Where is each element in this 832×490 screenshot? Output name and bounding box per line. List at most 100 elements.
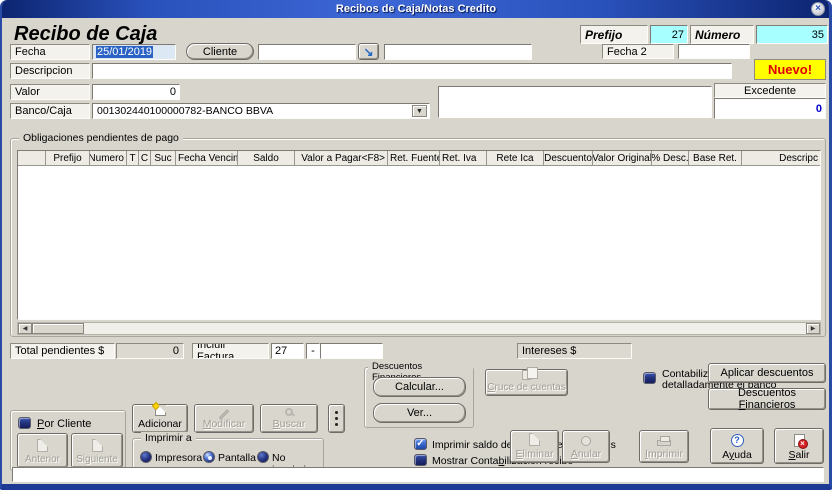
fecha-value: 25/01/2019 [96,46,153,58]
incluir-factura-separator: - [306,343,320,359]
valor-label: Valor [10,84,90,100]
ver-button[interactable]: Ver... [373,403,466,423]
excedente-value-field: 0 [714,98,826,119]
obligations-header-row: Prefijo Numero T C Suc Fecha Vencim. Sal… [18,151,820,166]
banco-value: 001302440100000782-BANCO BBVA [97,105,273,117]
anterior-page-icon [37,439,48,452]
numero-value-field[interactable]: 35 [756,25,828,44]
scroll-right-icon[interactable]: ▶ [806,323,820,334]
adicionar-star-icon [151,402,159,410]
imprimir-a-title: Imprimir a [141,432,196,444]
prefijo-value-field[interactable]: 27 [650,25,688,44]
status-bar [12,467,824,482]
cliente-code-input[interactable] [258,44,356,60]
check-icon: ✓ [416,439,424,449]
lookup-arrow-icon: ↘ [363,46,373,58]
adicionar-button[interactable]: Adicionar [132,404,188,433]
descripcion-label: Descripcion [10,63,90,79]
siguiente-button[interactable]: Siguiente [71,433,123,468]
fecha2-label: Fecha 2 [602,44,674,59]
col-valor-a-pagar: Valor a Pagar<F8> [295,151,388,166]
col-base-ret: Base Ret. [689,151,742,166]
modificar-button[interactable]: Modificar [194,404,254,433]
excedente-label: Excedente [714,83,826,98]
mostrar-contabilizacion-checkbox[interactable] [414,454,427,466]
salir-button[interactable]: × Salir [774,428,824,464]
radio-impresora[interactable] [140,451,152,463]
incluir-factura-prefijo-input[interactable]: 27 [271,343,304,359]
anterior-button[interactable]: Anterior [17,433,68,468]
obligations-group: Obligaciones pendientes de pago Prefijo … [10,138,826,337]
cliente-name-field [384,44,532,60]
imprimir-printer-icon [657,440,671,446]
contabilizar-checkbox[interactable] [643,372,656,384]
numero-label: Número [690,25,754,44]
eliminar-button[interactable]: Eliminar [510,430,559,463]
obligations-group-title: Obligaciones pendientes de pago [19,132,183,144]
vertical-dots-icon [335,411,338,414]
fecha2-input[interactable] [678,44,750,59]
salir-x-icon: × [798,439,808,449]
cruce-de-cuentas-button[interactable]: Cruce de cuentas [485,369,568,396]
incluir-factura-label: Incluir Factura [192,343,269,359]
fecha-label: Fecha [10,44,90,60]
calcular-button[interactable]: Calcular... [373,377,466,397]
por-cliente-group: Por Cliente Anterior Siguiente [10,410,126,471]
excedente-value: 0 [816,103,822,115]
col-descuento: Descuento [544,151,593,166]
incluir-factura-numero-input[interactable] [320,343,383,359]
bank-detail-panel [438,86,712,118]
imprimir-button[interactable]: Imprimir [639,430,689,463]
col-prefijo: Prefijo [46,151,90,166]
adicionar-icon [155,405,166,416]
banco-label: Banco/Caja [10,103,90,119]
anular-icon [581,436,591,446]
scroll-thumb[interactable] [32,323,84,334]
window-content: Recibo de Caja Prefijo 27 Número 35 Fech… [2,18,829,484]
aplicar-descuentos-button[interactable]: Aplicar descuentos [708,363,826,383]
close-button[interactable]: × [811,2,825,16]
descuentos-financieros-button[interactable]: Descuentos Financieros [708,388,826,410]
banco-combobox[interactable]: 001302440100000782-BANCO BBVA ▼ [92,103,430,119]
col-descripcion: Descripc [742,151,820,166]
col-suc: Suc [151,151,176,166]
total-pendientes-value: 0 [116,343,184,359]
col-saldo: Saldo [238,151,295,166]
app-window: Recibos de Caja/Notas Credito × Recibo d… [0,0,832,490]
valor-input[interactable]: 0 [92,84,180,100]
fecha-input[interactable]: 25/01/2019 [92,44,176,60]
radio-pantalla[interactable] [203,451,215,463]
buscar-lens-icon [285,408,293,416]
anular-button[interactable]: Anular [562,430,610,463]
col-fecha-vencim: Fecha Vencim. [176,151,238,166]
col-valor-original: Valor Original [593,151,652,166]
ayuda-button[interactable]: ? Ayuda [710,428,764,464]
col-row-selector [18,151,46,166]
nuevo-button[interactable]: Nuevo! [754,59,826,80]
page-title: Recibo de Caja [14,23,157,46]
radio-no-imprimir[interactable] [257,451,269,463]
col-numero: Numero [90,151,127,166]
cliente-lookup-button[interactable]: ↘ [358,43,379,60]
salir-exit-icon: × [794,434,805,447]
imprimir-saldo-checkbox[interactable]: ✓ [414,438,427,450]
por-cliente-label: Por Cliente [37,418,91,430]
radio-impresora-label: Impresora [155,452,202,464]
por-cliente-checkbox[interactable] [18,417,31,429]
cliente-button[interactable]: Cliente [186,43,254,60]
buscar-button[interactable]: Buscar [260,404,318,433]
col-ret-fuente: Ret. Fuente [388,151,440,166]
more-options-button[interactable] [328,404,345,433]
obligations-h-scrollbar[interactable]: ◀ ▶ [17,322,821,335]
obligations-table: Prefijo Numero T C Suc Fecha Vencim. Sal… [17,150,821,320]
ayuda-help-icon: ? [731,434,744,447]
title-bar: Recibos de Caja/Notas Credito × [0,0,832,18]
combo-arrow-icon[interactable]: ▼ [412,105,427,117]
scroll-left-icon[interactable]: ◀ [18,323,32,334]
cruce-de-cuentas-icon [522,370,531,380]
imprimir-a-group: Imprimir a Impresora Pantalla No imprimi… [132,438,324,469]
siguiente-page-icon [92,439,103,452]
intereses-label: Intereses $ [517,343,632,359]
col-pct-desc: % Desc. [652,151,689,166]
descripcion-input[interactable] [92,63,732,79]
